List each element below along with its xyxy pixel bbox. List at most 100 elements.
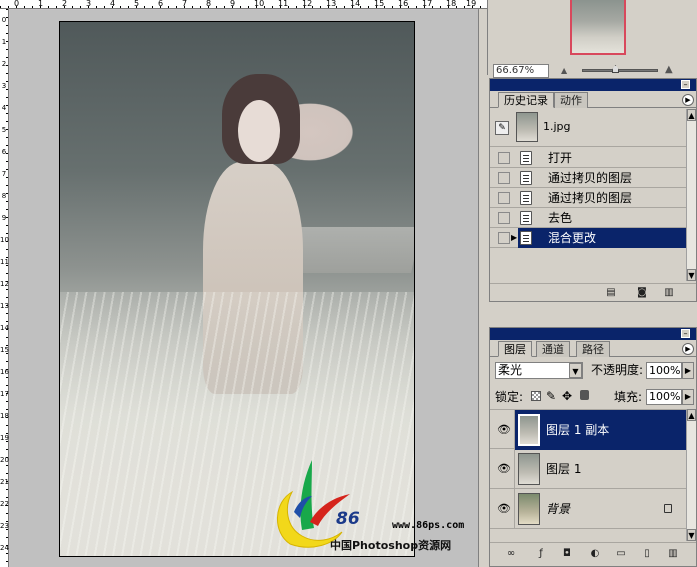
link-icon[interactable]: ∞ [504,548,518,560]
layer-style-icon[interactable]: ƒ [534,548,548,560]
ruler-label: 10 [0,236,9,244]
history-step-label: 通过拷贝的图层 [548,191,633,205]
ruler-label: 14 [350,0,361,8]
layers-panel-titlebar[interactable]: – [490,328,696,340]
fill-label: 填充: [614,390,643,404]
mountain-small-icon[interactable]: ▲ [561,66,567,75]
adjustment-layer-icon[interactable]: ◐ [588,548,602,560]
horizontal-ruler[interactable] [0,0,487,9]
layers-footer: ∞ ƒ ◘ ◐ ▭ ▯ ▥ [490,542,696,566]
photo-grass [60,292,414,556]
navigator-zoom-field[interactable]: 66.67% [493,64,549,78]
tab-history[interactable]: 历史记录 [498,92,554,108]
layer-name[interactable]: 图层 1 副本 [546,410,609,450]
opacity-input[interactable]: 100% [646,362,682,379]
mountain-large-icon[interactable]: ▲ [665,64,673,75]
fill-slider-arrow-icon[interactable]: ▶ [682,389,694,405]
photo-image[interactable] [59,21,415,557]
layer-name[interactable]: 背景 [546,489,570,529]
history-step-label: 通过拷贝的图层 [548,171,633,185]
history-panel-titlebar[interactable]: – [490,79,696,91]
watermark-url: www.86ps.com [392,520,465,531]
ruler-label: 8 [1,192,7,200]
history-snapshot-label: 1.jpg [543,120,571,133]
layer-divider [514,449,515,489]
mask-icon[interactable]: ◘ [560,548,574,560]
ruler-label: 14 [0,324,9,332]
ruler-label: 13 [0,302,9,310]
history-brush-source-box[interactable] [498,172,510,184]
layers-scrollbar[interactable]: ▲ ▼ [686,409,696,541]
layers-panel-menu-icon[interactable]: ▶ [682,343,694,355]
history-step-label: 去色 [548,211,573,225]
blend-mode-select[interactable]: 柔光 ▼ [495,362,583,379]
eye-icon[interactable]: 👁 [497,424,511,435]
scroll-down-arrow-icon[interactable]: ▼ [687,269,696,281]
ruler-label: 9 [230,0,236,8]
ruler-label: 17 [0,390,9,398]
lock-pixels-brush-icon[interactable]: ✎ [546,388,556,404]
panel-minimize-icon[interactable]: – [681,80,690,89]
tab-actions[interactable]: 动作 [554,92,588,108]
eye-icon[interactable]: 👁 [497,503,511,514]
ruler-label: 4 [1,104,7,112]
opacity-slider-arrow-icon[interactable]: ▶ [682,362,694,379]
panel-minimize-icon[interactable]: – [681,329,690,338]
chevron-down-icon[interactable]: ▼ [569,363,582,378]
layer-thumbnail[interactable] [518,493,540,525]
lock-transparency-icon[interactable] [531,391,541,401]
history-snapshot-row[interactable]: ✎ 1.jpg [490,109,686,147]
tab-paths[interactable]: 路径 [576,341,610,357]
ruler-label: 19 [0,434,9,442]
layer-row-background[interactable]: 👁 背景 [490,489,686,529]
tab-channels[interactable]: 通道 [536,341,570,357]
history-scrollbar[interactable]: ▲ ▼ [686,109,696,281]
history-brush-source-box[interactable] [498,212,510,224]
history-panel-menu-icon[interactable]: ▶ [682,94,694,106]
ruler-label: 7 [1,170,7,178]
scroll-up-arrow-icon[interactable]: ▲ [687,109,696,121]
trash-icon[interactable]: ▥ [662,287,676,299]
ruler-label: 5 [134,0,140,8]
ruler-label: 7 [182,0,188,8]
layer-thumbnail[interactable] [518,453,540,485]
history-brush-source-box[interactable] [498,192,510,204]
trash-icon[interactable]: ▥ [666,548,680,560]
new-document-from-state-icon[interactable]: ▤ [604,287,618,299]
history-step-label: 混合更改 [548,231,597,245]
history-brush-source-box[interactable] [498,232,510,244]
new-group-icon[interactable]: ▭ [614,548,628,560]
navigator-preview-proxy[interactable] [570,0,626,55]
history-step[interactable]: 去色 [490,208,686,228]
history-selection-highlight [518,228,686,248]
document-vertical-scrollbar[interactable] [478,9,487,567]
layer-row-selected[interactable]: 👁 图层 1 副本 [490,409,686,450]
ruler-label: 24 [0,544,9,552]
history-step[interactable]: 打开 [490,148,686,168]
navigator-zoom-slider[interactable] [582,69,658,72]
opacity-label: 不透明度: [591,363,644,377]
scroll-up-arrow-icon[interactable]: ▲ [687,409,696,421]
history-brush-source-icon[interactable]: ✎ [495,121,509,135]
blend-mode-value: 柔光 [498,363,523,377]
layer-thumbnail[interactable] [518,414,540,446]
ruler-label: 12 [0,280,9,288]
ruler-label: 21 [0,478,9,486]
history-step-selected[interactable]: ▶ 混合更改 [490,228,686,248]
history-brush-source-box[interactable] [498,152,510,164]
history-step[interactable]: 通过拷贝的图层 [490,188,686,208]
tab-layers[interactable]: 图层 [498,341,532,357]
ruler-label: 15 [374,0,385,8]
lock-all-icon[interactable] [580,390,589,400]
layer-name[interactable]: 图层 1 [546,449,581,489]
lock-position-move-icon[interactable]: ✥ [562,388,572,404]
snapshot-camera-icon[interactable]: ◙ [635,287,649,299]
fill-input[interactable]: 100% [646,389,682,405]
ruler-label: 4 [110,0,116,8]
eye-icon[interactable]: 👁 [497,463,511,474]
ruler-label: 16 [0,368,9,376]
history-step[interactable]: 通过拷贝的图层 [490,168,686,188]
new-layer-icon[interactable]: ▯ [640,548,654,560]
layer-row[interactable]: 👁 图层 1 [490,449,686,489]
scroll-down-arrow-icon[interactable]: ▼ [687,529,696,541]
